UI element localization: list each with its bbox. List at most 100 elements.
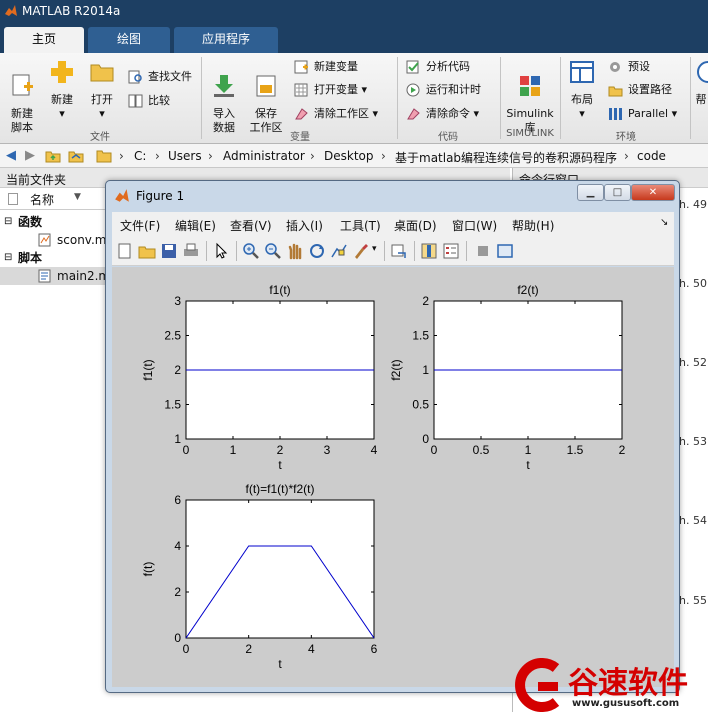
watermark-url: www.gususoft.com bbox=[572, 698, 680, 709]
breadcrumb-item[interactable]: 基于matlab编程连续信号的卷积源码程序 bbox=[395, 149, 617, 166]
save-icon[interactable] bbox=[160, 242, 178, 260]
breadcrumb-item[interactable]: Administrator bbox=[223, 149, 305, 163]
clear-commands-button[interactable]: 清除命令 ▾ bbox=[406, 104, 479, 124]
minimize-button[interactable]: ▁ bbox=[577, 184, 604, 201]
pointer-icon[interactable] bbox=[212, 242, 230, 260]
pan-icon[interactable] bbox=[286, 242, 304, 260]
forward-arrow-icon[interactable]: ▶ bbox=[22, 148, 38, 164]
breadcrumb-item[interactable]: code bbox=[637, 149, 666, 163]
legend-icon[interactable] bbox=[442, 242, 460, 260]
help-button[interactable]: 帮 bbox=[694, 59, 708, 107]
folder-open-icon bbox=[90, 64, 114, 82]
y-axis-label: f(t) bbox=[141, 562, 155, 577]
sort-arrow-icon[interactable]: ▼ bbox=[74, 192, 81, 202]
tab-apps[interactable]: 应用程序 bbox=[174, 27, 278, 53]
matlab-logo-icon bbox=[5, 5, 17, 16]
y-tick-label: 1.5 bbox=[164, 398, 181, 412]
compare-button[interactable]: 比较 bbox=[128, 91, 170, 111]
command-output-line: h. 52 bbox=[679, 356, 707, 369]
parallel-icon bbox=[609, 108, 622, 120]
analyze-code-button[interactable]: 分析代码 bbox=[406, 57, 470, 77]
hide-plot-tools-icon[interactable] bbox=[474, 242, 492, 260]
tree-group-scripts[interactable]: ⊟ 脚本 bbox=[0, 249, 110, 267]
command-output-line: h. 55 bbox=[679, 594, 707, 607]
layout-button[interactable]: 布局 ▾ bbox=[564, 59, 600, 121]
set-path-button[interactable]: 设置路径 bbox=[608, 80, 672, 100]
figure-canvas[interactable]: 0 1 2 3 4 1 1.5 2 2.5 3 f1(t) t f1(t) 0 0.5 1 1.5 2 0 0.5 1 1… bbox=[112, 267, 674, 687]
tree-group-functions[interactable]: ⊟ 函数 bbox=[0, 213, 110, 231]
chart-title: f2(t) bbox=[517, 283, 538, 297]
menu-insert[interactable]: 插入(I) bbox=[286, 217, 323, 234]
plus-icon bbox=[51, 61, 73, 83]
name-column-label[interactable]: 名称 bbox=[30, 191, 54, 208]
maximize-button[interactable]: □ bbox=[604, 184, 631, 201]
new-button[interactable]: 新建 ▾ bbox=[44, 59, 80, 121]
new-variable-button[interactable]: 新建变量 bbox=[294, 57, 358, 77]
figure-title-bar[interactable]: Figure 1 ▁ □ ✕ bbox=[106, 181, 679, 211]
back-arrow-icon[interactable]: ◀ bbox=[3, 148, 19, 164]
zoom-in-icon[interactable] bbox=[242, 242, 260, 260]
open-variable-button[interactable]: 打开变量 ▾ bbox=[294, 80, 367, 100]
chevron-down-icon: ▾ bbox=[579, 107, 585, 120]
menu-view[interactable]: 查看(V) bbox=[230, 217, 272, 234]
y-tick-label: 2.5 bbox=[164, 329, 181, 343]
up-folder-icon[interactable] bbox=[45, 148, 61, 164]
menu-overflow-icon[interactable]: ↘ bbox=[660, 217, 668, 228]
menu-file[interactable]: 文件(F) bbox=[120, 217, 160, 234]
show-plot-tools-icon[interactable] bbox=[496, 242, 514, 260]
y-tick-label: 0 bbox=[422, 432, 429, 446]
figure-window[interactable]: Figure 1 ▁ □ ✕ 文件(F) 编辑(E) 查看(V) 插入(I) 工… bbox=[105, 180, 680, 693]
x-tick-label: 1.5 bbox=[567, 443, 584, 457]
clear-workspace-button[interactable]: 清除工作区 ▾ bbox=[294, 104, 378, 124]
new-figure-icon[interactable] bbox=[116, 242, 134, 260]
colorbar-icon[interactable] bbox=[420, 242, 438, 260]
figure-title: Figure 1 bbox=[136, 189, 185, 203]
menu-help[interactable]: 帮助(H) bbox=[512, 217, 554, 234]
zoom-out-icon[interactable] bbox=[264, 242, 282, 260]
y-tick-label: 6 bbox=[174, 493, 181, 507]
header-checkbox[interactable] bbox=[8, 193, 18, 205]
menu-tools[interactable]: 工具(T) bbox=[340, 217, 381, 234]
chevron-down-icon[interactable]: ▾ bbox=[372, 244, 377, 254]
run-and-time-button[interactable]: 运行和计时 bbox=[406, 80, 481, 100]
tab-plots[interactable]: 绘图 bbox=[88, 27, 170, 53]
open-button[interactable]: 打开 ▾ bbox=[84, 59, 120, 121]
chevron-down-icon: ▾ bbox=[361, 83, 368, 96]
x-tick-label: 0 bbox=[431, 443, 438, 457]
breadcrumb-item[interactable]: Users bbox=[168, 149, 202, 163]
browse-folder-icon[interactable] bbox=[68, 148, 84, 164]
menu-edit[interactable]: 编辑(E) bbox=[175, 217, 216, 234]
figure-menu-bar: 文件(F) 编辑(E) 查看(V) 插入(I) 工具(T) 桌面(D) 窗口(W… bbox=[112, 212, 674, 236]
breadcrumb-item[interactable]: Desktop bbox=[324, 149, 374, 163]
x-tick-label: 6 bbox=[371, 642, 378, 656]
figure-toolbar: ▾ bbox=[112, 236, 674, 266]
data-cursor-icon[interactable] bbox=[330, 242, 348, 260]
tab-home[interactable]: 主页 bbox=[4, 27, 84, 53]
new-script-button[interactable]: 新建 脚本 bbox=[4, 59, 40, 135]
command-output-line: h. 50 bbox=[679, 277, 707, 290]
command-output-line: h. 53 bbox=[679, 435, 707, 448]
collapse-icon[interactable]: ⊟ bbox=[4, 213, 12, 231]
find-files-button[interactable]: 查找文件 bbox=[128, 67, 192, 87]
menu-window[interactable]: 窗口(W) bbox=[452, 217, 497, 234]
breadcrumb-item[interactable]: C: bbox=[134, 149, 146, 163]
new-variable-icon bbox=[294, 60, 308, 74]
menu-desktop[interactable]: 桌面(D) bbox=[394, 217, 437, 234]
rotate-3d-icon[interactable] bbox=[308, 242, 326, 260]
preferences-button[interactable]: 预设 bbox=[608, 57, 650, 77]
save-workspace-button[interactable]: 保存 工作区 bbox=[246, 59, 286, 135]
parallel-button[interactable]: Parallel ▾ bbox=[608, 104, 677, 124]
simulink-library-button[interactable]: Simulink 库 bbox=[504, 59, 556, 135]
file-item-main2[interactable]: main2.m bbox=[0, 267, 110, 285]
print-icon[interactable] bbox=[182, 242, 200, 260]
file-item-sconv[interactable]: sconv.m bbox=[0, 231, 110, 249]
chart-title: f1(t) bbox=[269, 283, 290, 297]
link-plot-icon[interactable] bbox=[390, 242, 408, 260]
import-data-button[interactable]: 导入 数据 bbox=[206, 59, 242, 135]
close-button[interactable]: ✕ bbox=[631, 184, 675, 201]
brush-icon[interactable] bbox=[352, 242, 370, 260]
collapse-icon[interactable]: ⊟ bbox=[4, 249, 12, 267]
plot-area[interactable]: 0 1 2 3 411.522.53f1(t)tf1(t)0 0.5 1 1.5 200.511… bbox=[112, 267, 674, 687]
open-file-icon[interactable] bbox=[138, 242, 156, 260]
find-files-icon bbox=[128, 70, 142, 84]
